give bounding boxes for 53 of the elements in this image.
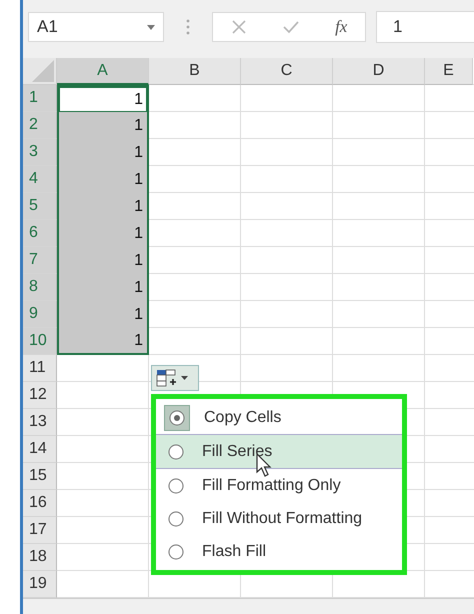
row-header[interactable]: 19 (23, 571, 57, 598)
formula-field[interactable]: 1 (376, 11, 474, 43)
table-cell: 1 (57, 85, 149, 112)
row-header[interactable]: 1 (23, 85, 57, 112)
menu-item[interactable]: Fill Without Formatting (156, 502, 402, 535)
row-header[interactable]: 8 (23, 274, 57, 301)
column-header[interactable]: D (333, 58, 425, 85)
radio-circle-icon (168, 510, 184, 526)
radio-circle-icon (168, 478, 184, 494)
table-cell: 1 (57, 112, 149, 139)
menu-item[interactable]: Copy Cells (156, 401, 402, 434)
row-header[interactable]: 17 (23, 517, 57, 544)
menu-item[interactable]: Flash Fill (156, 535, 402, 568)
row-header[interactable]: 18 (23, 544, 57, 571)
row-header[interactable]: 13 (23, 409, 57, 436)
grip-icon (186, 19, 190, 35)
column-header[interactable]: B (149, 58, 241, 85)
radio-circle-icon (168, 444, 184, 460)
radio-button[interactable] (164, 404, 190, 430)
row-header[interactable]: 2 (23, 112, 57, 139)
table-cell: 1 (57, 247, 149, 274)
row-header[interactable]: 5 (23, 193, 57, 220)
row-header[interactable]: 7 (23, 247, 57, 274)
table-cell: 1 (57, 301, 149, 328)
menu-item[interactable]: Fill Series (156, 434, 402, 469)
table-cell: 1 (57, 274, 149, 301)
dropdown-icon[interactable] (147, 24, 155, 30)
fill-options-icon (156, 369, 190, 387)
table-cell: 1 (57, 220, 149, 247)
auto-fill-options-button[interactable] (151, 365, 199, 391)
radio-circle-icon (168, 544, 184, 560)
name-box[interactable]: A1 (28, 12, 164, 42)
row-header[interactable]: 12 (23, 382, 57, 409)
row-header[interactable]: 4 (23, 166, 57, 193)
table-cell: 1 (57, 328, 149, 355)
row-header[interactable]: 3 (23, 139, 57, 166)
row-header[interactable]: 16 (23, 490, 57, 517)
row-header[interactable]: 11 (23, 355, 57, 382)
column-header[interactable]: E (425, 58, 473, 85)
table-cell: 1 (57, 193, 149, 220)
row-header[interactable]: 10 (23, 328, 57, 355)
row-header[interactable]: 9 (23, 301, 57, 328)
check-icon[interactable] (282, 19, 300, 35)
table-cell: 1 (57, 166, 149, 193)
radio-circle-icon (169, 410, 185, 426)
column-header[interactable]: C (241, 58, 333, 85)
column-header[interactable]: A (57, 58, 149, 85)
row-header[interactable]: 6 (23, 220, 57, 247)
menu-item[interactable]: Fill Formatting Only (156, 469, 402, 502)
insert-function-button[interactable]: fx (335, 17, 348, 37)
table-cell: 1 (57, 139, 149, 166)
row-header[interactable]: 14 (23, 436, 57, 463)
row-header[interactable]: 15 (23, 463, 57, 490)
